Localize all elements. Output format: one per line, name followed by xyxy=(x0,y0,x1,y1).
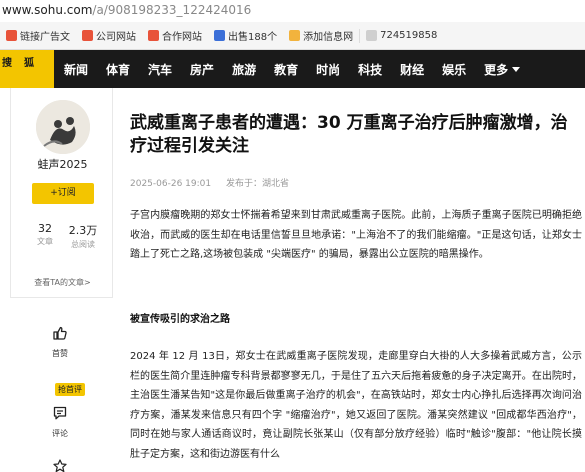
nav-auto[interactable]: 汽车 xyxy=(139,61,181,78)
reads-count: 2.3万 xyxy=(68,224,98,237)
bookmark-label: 724519858 xyxy=(380,30,438,41)
nav-entertainment[interactable]: 娱乐 xyxy=(433,61,475,78)
avatar[interactable] xyxy=(36,100,90,154)
author-articles-link[interactable]: 查看TA的文章> xyxy=(11,277,114,288)
nav-more[interactable]: 更多 xyxy=(475,61,529,78)
like-button[interactable]: 首赞 xyxy=(35,325,85,359)
nav-tech[interactable]: 科技 xyxy=(349,61,391,78)
bookmark-label: 公司网站 xyxy=(96,32,136,43)
bookmark-label: 链接广告文 xyxy=(20,32,70,43)
sohu-logo[interactable]: 搜 狐 xyxy=(0,50,54,88)
nav-sports[interactable]: 体育 xyxy=(97,61,139,78)
address-bar[interactable]: www.sohu.com/a/908198233_122424016 xyxy=(0,0,585,22)
bookmark-favicon-icon xyxy=(6,30,17,41)
nav-news[interactable]: 新闻 xyxy=(54,61,97,78)
bookmark-label: 出售188个 xyxy=(228,32,278,43)
bookmark-favicon-icon xyxy=(148,30,159,41)
articles-count: 32 xyxy=(38,222,52,235)
bookmark-number[interactable]: 724519858 xyxy=(360,26,443,46)
favorite-button[interactable] xyxy=(35,458,85,472)
article-source: 发布于：湖北省 xyxy=(225,179,289,189)
url-path: /a/908198233_122424016 xyxy=(92,3,252,17)
follow-button[interactable]: +订阅 xyxy=(32,183,94,204)
nav-education[interactable]: 教育 xyxy=(265,61,307,78)
nav-house[interactable]: 房产 xyxy=(181,61,223,78)
article-paragraph: 子宫内膜瘤晚期的郑女士怀揣着希望来到甘肃武威重离子医院。此前，上海质子重离子医院… xyxy=(130,210,582,260)
article-paragraph: 2024 年 12 月 13日，郑女士在武威重离子医院发现，走廊里穿白大褂的人大… xyxy=(130,351,582,460)
bookmark-label: 合作网站 xyxy=(162,32,202,43)
article-title: 武威重离子患者的遭遇：30 万重离子治疗后肿瘤激增，治疗过程引发关注 xyxy=(130,113,568,156)
nav-travel[interactable]: 旅游 xyxy=(223,61,265,78)
nav-fashion[interactable]: 时尚 xyxy=(307,61,349,78)
comment-label: 评论 xyxy=(52,429,68,438)
articles-label: 文章 xyxy=(37,237,53,246)
bookmark-partner-site[interactable]: 合作网站 xyxy=(142,26,208,46)
chevron-down-icon xyxy=(512,66,521,72)
url-host: www.sohu.com xyxy=(2,3,93,17)
frog-avatar-icon xyxy=(36,100,90,154)
bookmark-label: 添加信息网 xyxy=(303,32,354,43)
bookmark-company-site[interactable]: 公司网站 xyxy=(76,26,142,46)
bookmarks-bar: 链接广告文 公司网站 合作网站 出售188个 添加信息网 724519858 xyxy=(0,22,585,50)
author-name[interactable]: 蛙声2025 xyxy=(11,156,114,172)
article-date: 2025-06-26 19:01 xyxy=(130,179,212,189)
comment-icon xyxy=(53,406,67,420)
logo-char: 狐 xyxy=(24,58,34,69)
bookmark-favicon-icon xyxy=(214,30,225,41)
logo-char: 搜 xyxy=(2,58,12,69)
comment-badge: 抢首评 xyxy=(55,383,85,396)
bookmark-sale[interactable]: 出售188个 xyxy=(208,26,283,46)
like-label: 首赞 xyxy=(52,349,68,358)
comment-button[interactable]: 评论 xyxy=(35,405,85,439)
page: www.sohu.com/a/908198233_122424016 链接广告文… xyxy=(0,0,585,472)
reads-stat: 2.3万 总阅读 xyxy=(63,222,103,250)
article-subheading: 被宣传吸引的求治之路 xyxy=(130,314,230,325)
articles-stat[interactable]: 32 文章 xyxy=(25,222,65,247)
nav-finance[interactable]: 财经 xyxy=(391,61,433,78)
article-meta: 2025-06-26 19:01 发布于：湖北省 xyxy=(130,176,301,189)
nav-more-label: 更多 xyxy=(484,62,509,77)
author-card: 蛙声2025 +订阅 32 文章 2.3万 总阅读 查看TA的文章> xyxy=(10,88,113,298)
bookmark-add-info[interactable]: 添加信息网 xyxy=(283,26,359,46)
star-icon xyxy=(53,459,67,472)
site-nav: 搜 狐 新闻 体育 汽车 房产 旅游 教育 时尚 科技 财经 娱乐 更多 xyxy=(0,50,585,88)
bookmark-favicon-icon xyxy=(289,30,301,41)
reads-label: 总阅读 xyxy=(71,240,95,249)
bookmark-link-ad[interactable]: 链接广告文 xyxy=(0,26,76,46)
thumbs-up-icon xyxy=(53,326,67,340)
bookmark-favicon-icon xyxy=(82,30,93,41)
bookmark-favicon-icon xyxy=(366,30,378,41)
